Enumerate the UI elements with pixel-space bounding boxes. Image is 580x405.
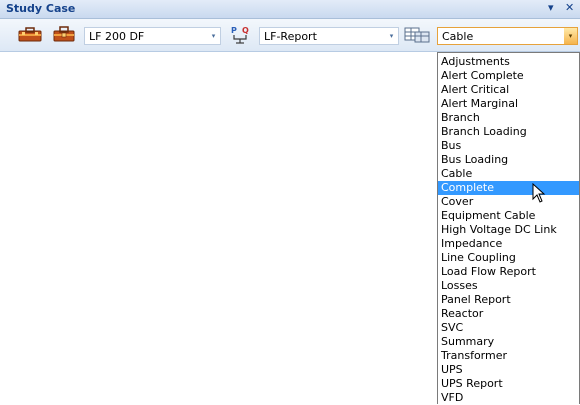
study-case-panel: Study Case ▾ ✕ LF 200 DF ▾ P Q LF-Report… <box>0 0 580 404</box>
dropdown-option[interactable]: SVC <box>438 321 579 335</box>
dropdown-option[interactable]: UPS <box>438 363 579 377</box>
panel-close-button[interactable]: ✕ <box>565 1 574 14</box>
chevron-down-icon[interactable]: ▾ <box>385 28 398 44</box>
panel-titlebar: Study Case ▾ ✕ <box>0 0 580 19</box>
toolbox-open-icon[interactable] <box>52 26 76 42</box>
table-view-icon[interactable] <box>403 26 431 43</box>
dropdown-option[interactable]: Losses <box>438 279 579 293</box>
dropdown-option[interactable]: Line Coupling <box>438 251 579 265</box>
dropdown-option[interactable]: Bus Loading <box>438 153 579 167</box>
output-type-select[interactable]: Cable ▾ <box>437 27 578 45</box>
chevron-down-icon[interactable]: ▾ <box>207 28 220 44</box>
study-case-select-value: LF 200 DF <box>89 30 145 43</box>
dropdown-option[interactable]: Transformer <box>438 349 579 363</box>
dropdown-option[interactable]: Summary <box>438 335 579 349</box>
dropdown-option[interactable]: Cover <box>438 195 579 209</box>
panel-menu-button[interactable]: ▾ <box>548 1 554 14</box>
dropdown-option[interactable]: Equipment Cable <box>438 209 579 223</box>
dropdown-option[interactable]: Alert Marginal <box>438 97 579 111</box>
output-type-dropdown-list[interactable]: Adjustments Alert Complete Alert Critical A… <box>437 52 580 404</box>
study-case-toolbar: LF 200 DF ▾ P Q LF-Report ▾ Cable ▾ <box>0 19 580 52</box>
dropdown-option[interactable]: VFD <box>438 391 579 405</box>
dropdown-option[interactable]: Branch Loading <box>438 125 579 139</box>
dropdown-option[interactable]: Load Flow Report <box>438 265 579 279</box>
chevron-down-icon[interactable]: ▾ <box>564 28 577 44</box>
dropdown-option[interactable]: Complete <box>438 181 579 195</box>
dropdown-option[interactable]: High Voltage DC Link <box>438 223 579 237</box>
toolbox-icon[interactable] <box>18 26 42 42</box>
svg-text:P: P <box>231 26 237 35</box>
dropdown-option[interactable]: UPS Report <box>438 377 579 391</box>
report-settings-icon[interactable]: P Q <box>228 26 256 44</box>
panel-title: Study Case <box>6 2 76 15</box>
dropdown-option[interactable]: Adjustments <box>438 55 579 69</box>
dropdown-option[interactable]: Panel Report <box>438 293 579 307</box>
svg-text:Q: Q <box>242 26 249 35</box>
dropdown-option[interactable]: Alert Complete <box>438 69 579 83</box>
study-case-select[interactable]: LF 200 DF ▾ <box>84 27 221 45</box>
dropdown-option[interactable]: Reactor <box>438 307 579 321</box>
report-select[interactable]: LF-Report ▾ <box>259 27 399 45</box>
dropdown-option[interactable]: Bus <box>438 139 579 153</box>
dropdown-option[interactable]: Branch <box>438 111 579 125</box>
dropdown-option[interactable]: Impedance <box>438 237 579 251</box>
dropdown-option[interactable]: Cable <box>438 167 579 181</box>
report-select-value: LF-Report <box>264 30 317 43</box>
output-type-select-value: Cable <box>442 30 474 43</box>
dropdown-option[interactable]: Alert Critical <box>438 83 579 97</box>
